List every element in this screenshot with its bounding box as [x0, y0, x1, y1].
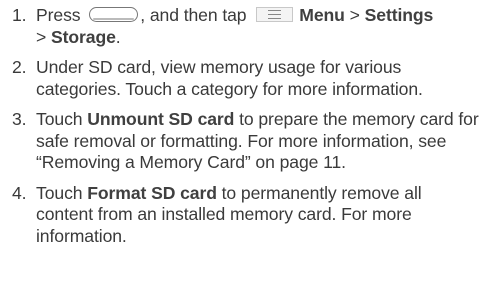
step-number: 1.: [12, 5, 27, 25]
step-number: 2.: [12, 57, 27, 77]
step-number: 4.: [12, 182, 27, 203]
step-2: 2. Under SD card, view memory usage for …: [12, 57, 489, 100]
step-3: 3. Touch Unmount SD card to prepare the …: [12, 109, 489, 174]
storage-label: Storage: [50, 26, 116, 47]
step-text: Press , and then tap Menu > Settings > S…: [36, 5, 434, 47]
menu-key-icon: [256, 7, 294, 22]
step-number: 3.: [12, 109, 27, 129]
step-4: 4. Touch Format SD card to permanently r…: [12, 183, 489, 248]
step-text: Under SD card, view memory usage for var…: [36, 57, 423, 99]
menu-label: Menu: [299, 5, 345, 25]
settings-label: Settings: [364, 5, 434, 25]
home-key-icon: [89, 7, 139, 22]
step-1: 1. Press , and then tap Menu > Settings …: [12, 5, 489, 48]
step-text: Touch Format SD card to permanently remo…: [36, 182, 422, 246]
format-sd-card-label: Format SD card: [87, 182, 217, 203]
instruction-steps: 1. Press , and then tap Menu > Settings …: [0, 0, 489, 247]
step-text: Touch Unmount SD card to prepare the mem…: [36, 109, 479, 172]
unmount-sd-card-label: Unmount SD card: [87, 109, 235, 129]
